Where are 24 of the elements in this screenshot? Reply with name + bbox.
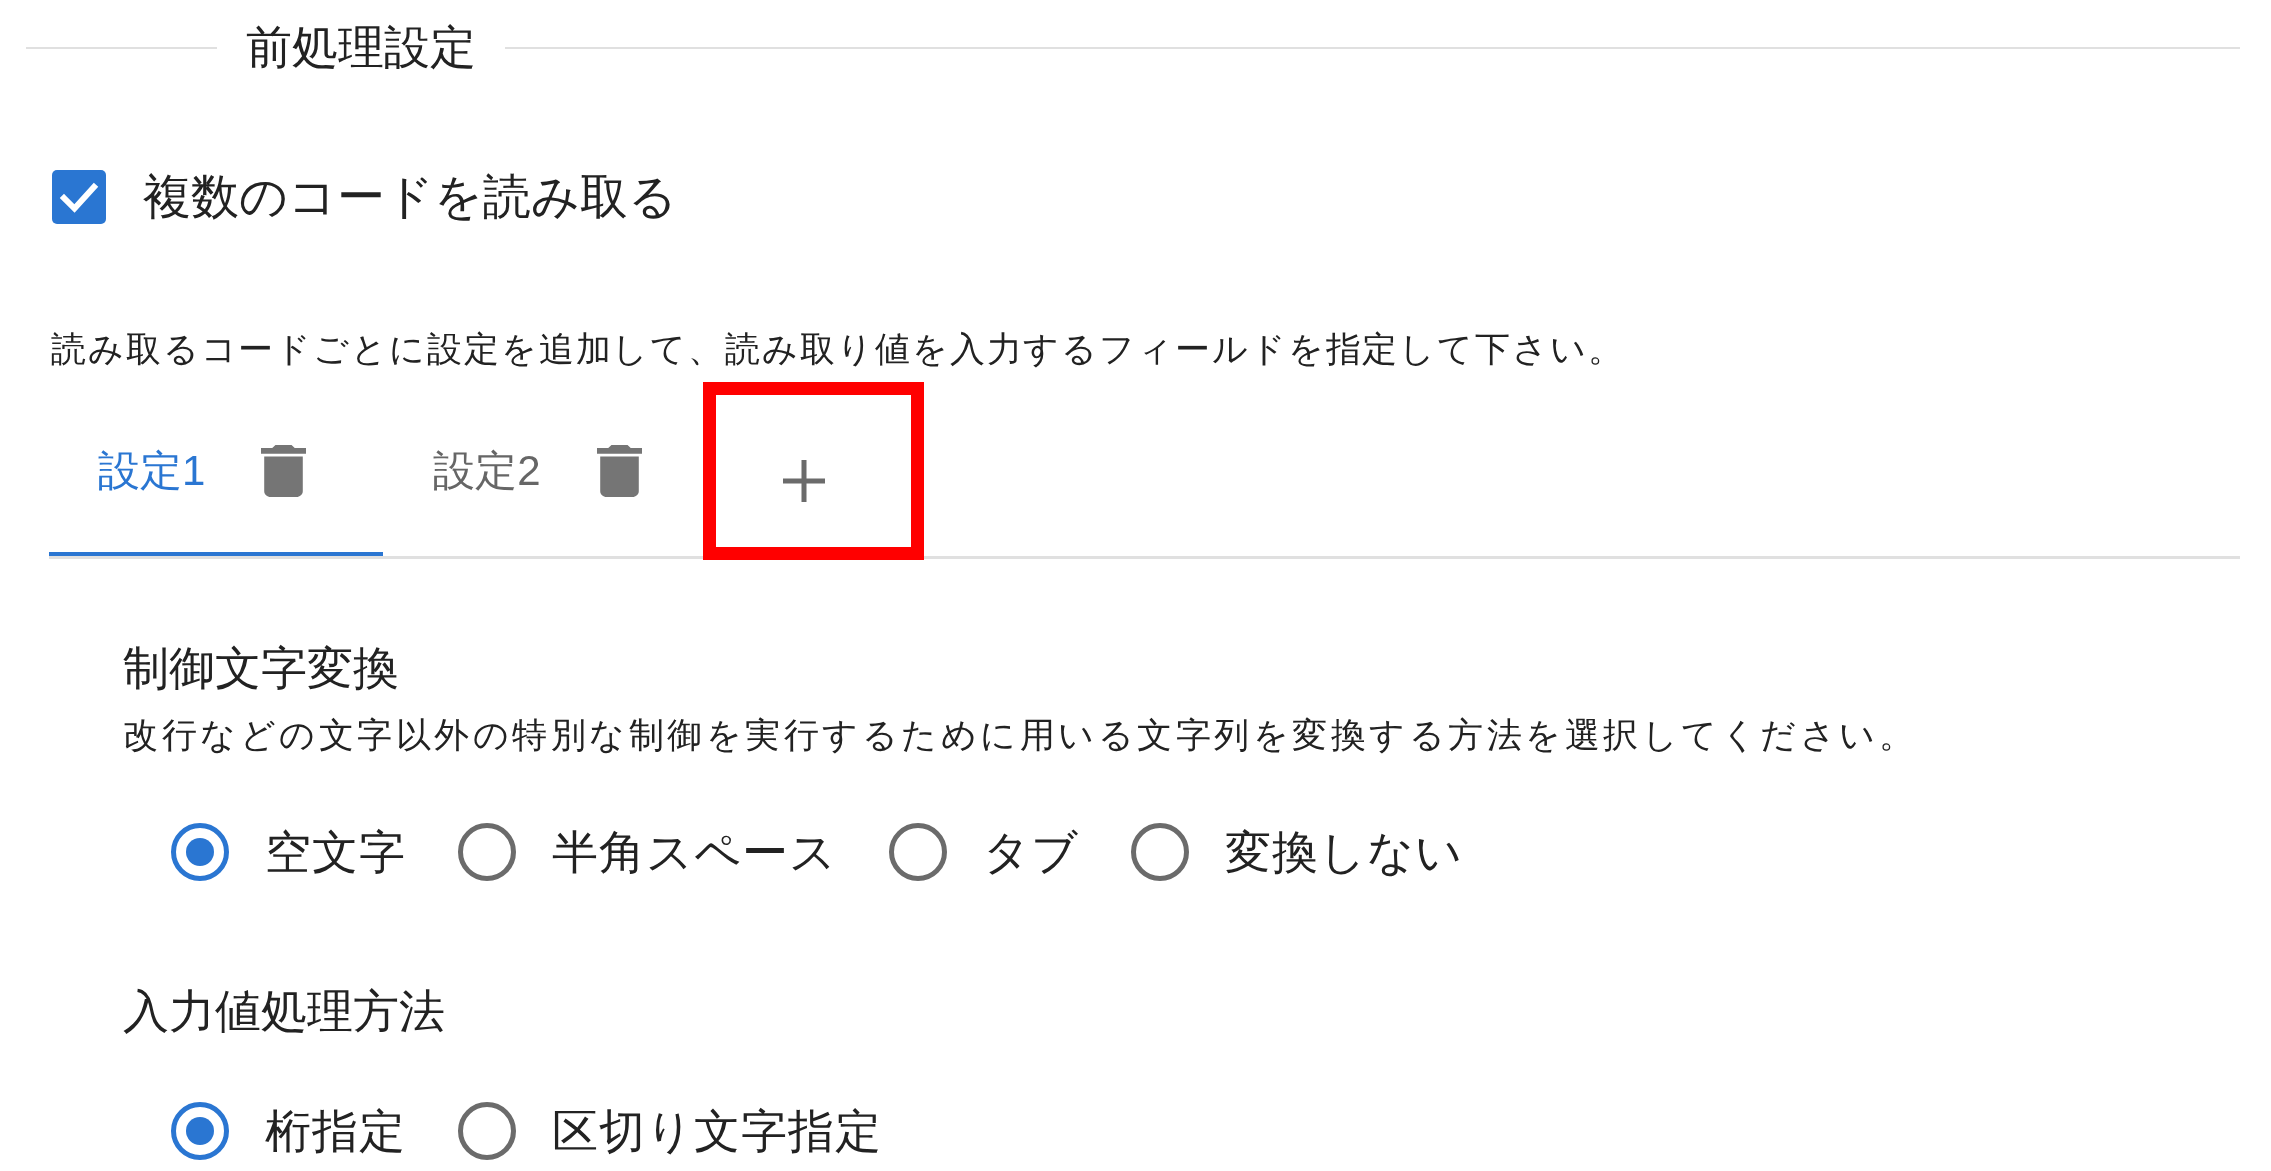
section-title: 前処理設定	[246, 20, 476, 75]
group-heading: 制御文字変換	[123, 641, 399, 696]
radio-button[interactable]	[457, 1101, 517, 1161]
radio-button[interactable]	[457, 822, 517, 882]
tab[interactable]: 設定2	[383, 405, 719, 556]
description-text: 読み取るコードごとに設定を追加して、読み取り値を入力するフィールドを指定して下さい。	[51, 328, 1625, 370]
trash-icon[interactable]	[261, 445, 307, 497]
radio-button[interactable]	[1130, 822, 1190, 882]
group-heading: 入力値処理方法	[123, 984, 445, 1039]
radio-button[interactable]	[888, 822, 948, 882]
radio-label[interactable]: 桁指定	[265, 1101, 406, 1161]
radio-label[interactable]: タブ	[983, 822, 1079, 882]
checkbox-label[interactable]: 複数のコードを読み取る	[143, 168, 677, 226]
radio-label[interactable]: 半角スペース	[552, 822, 837, 882]
radio-button[interactable]	[170, 1101, 230, 1161]
radio-label[interactable]: 変換しない	[1225, 822, 1463, 882]
group-description: 改行などの文字以外の特別な制御を実行するために用いる文字列を変換する方法を選択してください。	[123, 714, 1917, 756]
radio-label[interactable]: 区切り文字指定	[552, 1101, 882, 1161]
radio-button[interactable]	[170, 822, 230, 882]
plus-icon	[780, 457, 827, 504]
radio-label[interactable]: 空文字	[265, 822, 406, 882]
tab[interactable]: 設定1	[49, 405, 384, 556]
checkbox[interactable]	[52, 170, 106, 224]
trash-icon[interactable]	[596, 445, 642, 497]
